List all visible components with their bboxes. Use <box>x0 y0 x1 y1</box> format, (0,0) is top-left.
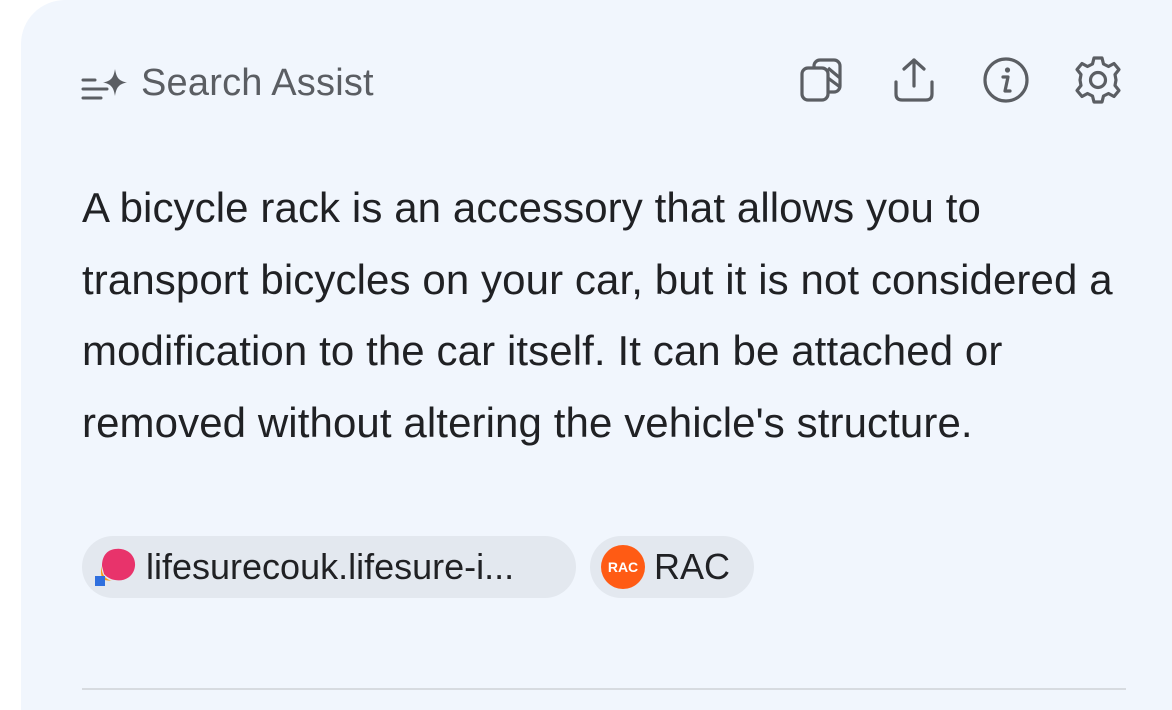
divider <box>82 688 1126 690</box>
answer-text: A bicycle rack is an accessory that allo… <box>82 184 1113 446</box>
share-button[interactable] <box>886 52 942 108</box>
copy-icon <box>800 58 842 102</box>
gear-icon <box>1075 56 1121 104</box>
search-assist-card: Search Assist A bicycle rack is an acces… <box>21 0 1172 710</box>
source-chips: lifesurecouk.lifesure-i... RAC RAC <box>82 536 768 598</box>
source-chip-label: lifesurecouk.lifesure-i... <box>146 546 515 587</box>
source-chip-rac[interactable]: RAC RAC <box>590 536 755 598</box>
rac-logo-icon: RAC <box>601 545 645 589</box>
copy-button[interactable] <box>794 52 850 108</box>
source-chip-lifesure[interactable]: lifesurecouk.lifesure-i... <box>82 536 576 598</box>
search-assist-header: Search Assist <box>81 56 374 110</box>
source-chip-label: RAC <box>654 546 731 587</box>
settings-button[interactable] <box>1070 52 1126 108</box>
info-button[interactable] <box>978 52 1034 108</box>
sparkle-list-icon <box>81 63 131 103</box>
info-icon <box>983 57 1029 103</box>
header-actions <box>794 52 1126 108</box>
search-assist-title: Search Assist <box>141 61 374 104</box>
share-icon <box>894 58 934 102</box>
rac-logo-text: RAC <box>608 559 638 575</box>
lifesure-logo-icon <box>95 548 136 586</box>
